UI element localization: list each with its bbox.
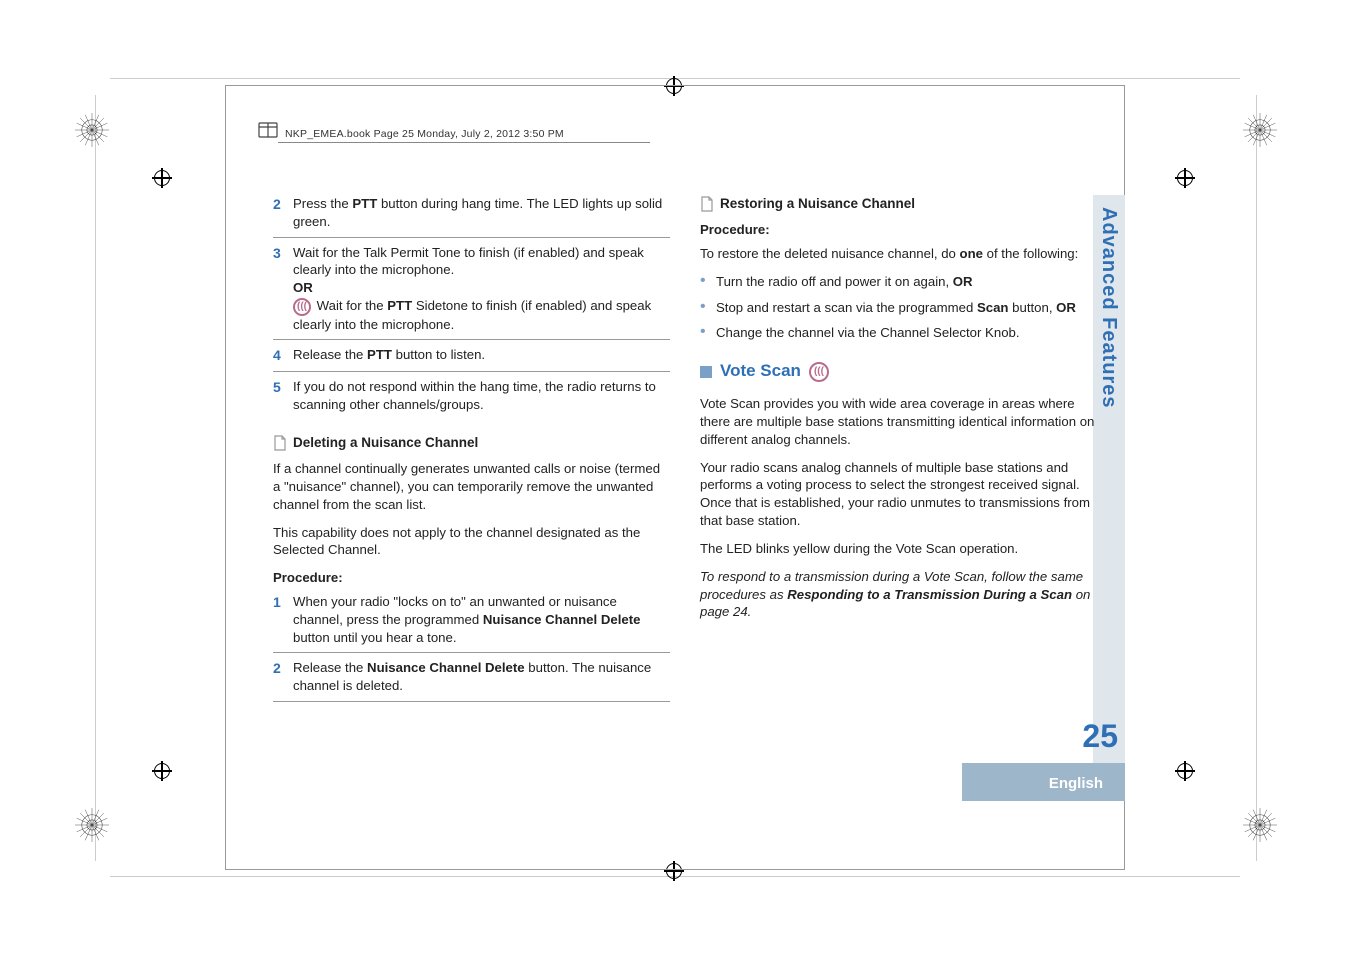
list-item: •Turn the radio off and power it on agai… (700, 273, 1097, 291)
list-item: 4Release the PTT button to listen. (273, 346, 670, 372)
paragraph: To respond to a transmission during a Vo… (700, 568, 1097, 621)
analog-mode-icon: ((( (293, 298, 311, 316)
registration-mark-icon (1175, 761, 1195, 781)
paragraph: If a channel continually generates unwan… (273, 460, 670, 513)
page-meta-underline (278, 142, 650, 143)
subsection-heading: Restoring a Nuisance Channel (700, 195, 1097, 213)
step-text: Release the PTT button to listen. (293, 346, 670, 365)
step-number: 3 (273, 244, 293, 334)
subsection-heading: Deleting a Nuisance Channel (273, 434, 670, 452)
bullet-icon: • (700, 324, 716, 342)
list-item: 2Release the Nuisance Channel Delete but… (273, 659, 670, 702)
bullet-icon: • (700, 299, 716, 317)
book-icon (256, 119, 280, 143)
starburst-mark-icon (75, 808, 109, 842)
page-meta-line: NKP_EMEA.book Page 25 Monday, July 2, 20… (285, 128, 564, 140)
list-item: 1When your radio "locks on to" an unwant… (273, 593, 670, 653)
step-number: 2 (273, 659, 293, 695)
heading-text: Deleting a Nuisance Channel (293, 434, 478, 452)
bullet-icon: • (700, 273, 716, 291)
list-item: 5If you do not respond within the hang t… (273, 378, 670, 420)
step-text: Press the PTT button during hang time. T… (293, 195, 670, 231)
analog-mode-icon: ((( (809, 362, 829, 382)
continue-steps-list: 2Press the PTT button during hang time. … (273, 195, 670, 420)
crop-line (95, 95, 96, 861)
bullet-text: Turn the radio off and power it on again… (716, 273, 973, 291)
step-text: If you do not respond within the hang ti… (293, 378, 670, 414)
step-number: 2 (273, 195, 293, 231)
step-number: 1 (273, 593, 293, 646)
list-item: •Change the channel via the Channel Sele… (700, 324, 1097, 342)
starburst-mark-icon (75, 113, 109, 147)
delete-steps-list: 1When your radio "locks on to" an unwant… (273, 593, 670, 702)
bullet-text: Stop and restart a scan via the programm… (716, 299, 1076, 317)
procedure-label: Procedure: (273, 569, 670, 587)
step-text: When your radio "locks on to" an unwante… (293, 593, 670, 646)
paragraph: The LED blinks yellow during the Vote Sc… (700, 540, 1097, 558)
procedure-label: Procedure: (700, 221, 1097, 239)
page-icon (273, 435, 287, 451)
registration-mark-icon (152, 761, 172, 781)
paragraph: This capability does not apply to the ch… (273, 524, 670, 560)
section-heading: Vote Scan ((( (700, 360, 1097, 383)
heading-text: Vote Scan (720, 360, 801, 383)
step-text: Wait for the Talk Permit Tone to finish … (293, 244, 670, 334)
step-text: Release the Nuisance Channel Delete butt… (293, 659, 670, 695)
right-column: Restoring a Nuisance Channel Procedure: … (700, 195, 1097, 708)
registration-mark-icon (152, 168, 172, 188)
list-item: 2Press the PTT button during hang time. … (273, 195, 670, 238)
restore-bullet-list: •Turn the radio off and power it on agai… (700, 273, 1097, 342)
starburst-mark-icon (1243, 113, 1277, 147)
paragraph: To restore the deleted nuisance channel,… (700, 245, 1097, 263)
side-tab-label: Advanced Features (1097, 207, 1120, 409)
registration-mark-icon (1175, 168, 1195, 188)
bullet-text: Change the channel via the Channel Selec… (716, 324, 1020, 342)
square-icon (700, 366, 712, 378)
list-item: 3Wait for the Talk Permit Tone to finish… (273, 244, 670, 341)
paragraph: Your radio scans analog channels of mult… (700, 459, 1097, 530)
page-icon (700, 196, 714, 212)
crop-line (1256, 95, 1257, 861)
left-column: 2Press the PTT button during hang time. … (273, 195, 670, 708)
heading-text: Restoring a Nuisance Channel (720, 195, 915, 213)
language-label: English (1049, 775, 1103, 792)
step-number: 5 (273, 378, 293, 414)
starburst-mark-icon (1243, 808, 1277, 842)
paragraph: Vote Scan provides you with wide area co… (700, 395, 1097, 448)
page-content: 2Press the PTT button during hang time. … (273, 195, 1098, 708)
step-number: 4 (273, 346, 293, 365)
page-number: 25 (1082, 718, 1118, 755)
list-item: •Stop and restart a scan via the program… (700, 299, 1097, 317)
